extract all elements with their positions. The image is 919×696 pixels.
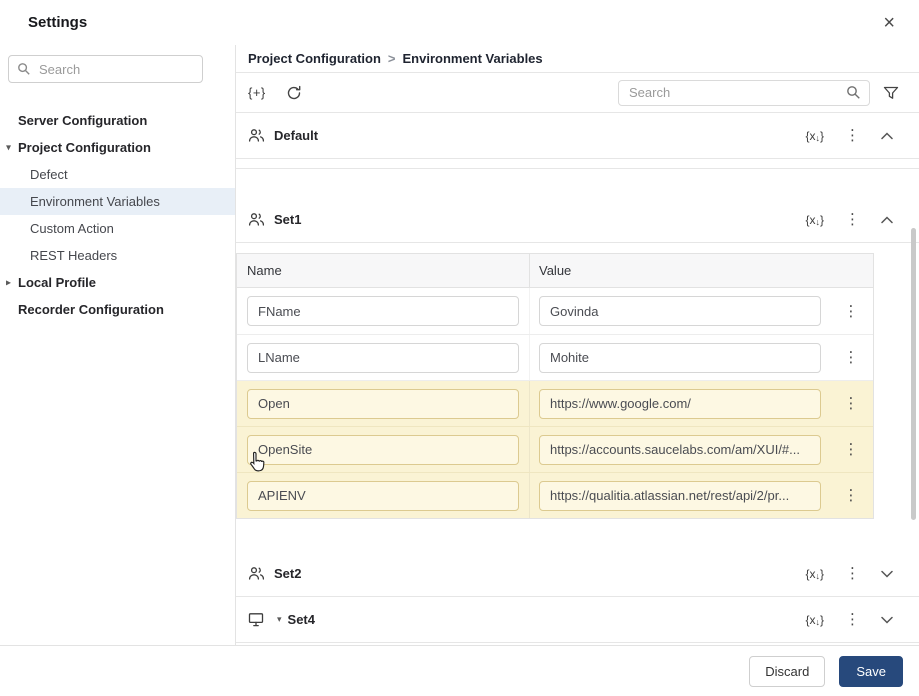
table-row: ⋮ — [237, 334, 873, 380]
table-header-row: Name Value — [237, 254, 873, 288]
sidebar-item-environment-variables[interactable]: Environment Variables — [0, 188, 235, 215]
section-title: Set2 — [274, 566, 302, 581]
var-name-input[interactable] — [247, 296, 519, 326]
nav-label: Recorder Configuration — [18, 302, 164, 317]
sidebar-item-defect[interactable]: Defect — [0, 161, 235, 188]
default-section-content — [236, 159, 919, 169]
kebab-menu-icon[interactable]: ⋮ — [845, 566, 860, 581]
variables-export-icon[interactable]: {x↓} — [805, 213, 824, 227]
section-default-header[interactable]: Default {x↓} ⋮ — [236, 113, 919, 159]
discard-button[interactable]: Discard — [749, 655, 826, 687]
caret-down-icon[interactable]: ▾ — [6, 142, 11, 153]
sidebar-item-project-configuration[interactable]: ▾ Project Configuration — [0, 134, 235, 161]
section-actions: {x↓} ⋮ — [805, 566, 893, 581]
table-row-highlighted: ⋮ — [237, 472, 873, 518]
chevron-down-icon[interactable] — [881, 570, 893, 578]
kebab-menu-icon[interactable]: ⋮ — [845, 612, 860, 627]
var-name-input[interactable] — [247, 480, 519, 511]
nav-label: Project Configuration — [18, 140, 151, 155]
section-title: Set4 — [287, 612, 315, 627]
var-name-input[interactable] — [247, 342, 519, 373]
chevron-down-icon[interactable] — [881, 616, 893, 624]
toolbar-right — [618, 79, 899, 106]
kebab-menu-icon[interactable]: ⋮ — [844, 442, 859, 457]
users-icon — [248, 566, 265, 581]
table-row-highlighted: ⋮ — [237, 380, 873, 426]
chevron-up-icon[interactable] — [881, 215, 893, 224]
kebab-menu-icon[interactable]: ⋮ — [844, 488, 859, 503]
nav-label: Local Profile — [18, 275, 97, 290]
settings-dialog: Settings × Server Configuration ▾ Projec… — [0, 0, 919, 696]
variables-export-icon[interactable]: {x↓} — [805, 567, 824, 581]
section-title: Set1 — [274, 212, 302, 227]
breadcrumb: Project Configuration > Environment Vari… — [236, 45, 919, 73]
var-value-input[interactable] — [539, 296, 821, 326]
sidebar-item-custom-action[interactable]: Custom Action — [0, 215, 235, 242]
table-row-highlighted: ⋮ — [237, 426, 873, 472]
sidebar-search — [8, 55, 203, 83]
mouse-hand-cursor — [250, 451, 265, 472]
column-header-value: Value — [539, 263, 572, 278]
breadcrumb-parent[interactable]: Project Configuration — [248, 51, 381, 66]
kebab-menu-icon[interactable]: ⋮ — [844, 396, 859, 411]
vertical-scrollbar[interactable] — [911, 228, 916, 520]
sidebar-item-recorder-configuration[interactable]: Recorder Configuration — [0, 296, 235, 323]
filter-icon[interactable] — [883, 86, 899, 100]
dialog-title: Settings — [28, 14, 88, 31]
monitor-icon — [248, 612, 265, 627]
sidebar-item-local-profile[interactable]: ▸ Local Profile — [0, 269, 235, 296]
sidebar-item-server-configuration[interactable]: Server Configuration — [0, 107, 235, 134]
var-name-input[interactable] — [247, 388, 519, 419]
kebab-menu-icon[interactable]: ⋮ — [844, 350, 859, 365]
kebab-menu-icon[interactable]: ⋮ — [845, 212, 860, 227]
sidebar-item-rest-headers[interactable]: REST Headers — [0, 242, 235, 269]
nav-label: Environment Variables — [30, 194, 160, 209]
settings-sidebar: Server Configuration ▾ Project Configura… — [0, 45, 236, 645]
breadcrumb-separator: > — [387, 51, 396, 66]
toolbar: {+} — [236, 73, 919, 113]
titlebar: Settings × — [0, 0, 919, 45]
nav-label: Defect — [30, 167, 68, 182]
caret-right-icon[interactable]: ▸ — [6, 277, 11, 288]
var-value-input[interactable] — [539, 434, 821, 465]
kebab-menu-icon[interactable]: ⋮ — [844, 304, 859, 319]
caret-down-icon[interactable]: ▾ — [277, 614, 282, 625]
close-icon[interactable]: × — [883, 13, 895, 33]
toolbar-search — [618, 79, 870, 106]
breadcrumb-current: Environment Variables — [402, 51, 543, 66]
variables-export-icon[interactable]: {x↓} — [805, 613, 824, 627]
search-icon — [17, 62, 31, 81]
var-value-input[interactable] — [539, 480, 821, 511]
kebab-menu-icon[interactable]: ⋮ — [845, 128, 860, 143]
variables-export-icon[interactable]: {x↓} — [805, 129, 824, 143]
variables-search-input[interactable] — [618, 79, 870, 106]
nav-label: Custom Action — [30, 221, 114, 236]
search-icon — [846, 85, 861, 105]
main-panel: Project Configuration > Environment Vari… — [236, 45, 919, 645]
nav-label: Server Configuration — [18, 113, 148, 128]
users-icon — [248, 128, 265, 143]
dialog-footer: Discard Save — [0, 645, 919, 696]
var-name-input[interactable] — [247, 434, 519, 465]
users-icon — [248, 212, 265, 227]
refresh-icon[interactable] — [286, 85, 302, 101]
var-value-input[interactable] — [539, 388, 821, 419]
nav-label: REST Headers — [30, 248, 118, 263]
add-variable-set-icon[interactable]: {+} — [248, 85, 266, 100]
section-set2-header[interactable]: Set2 {x↓} ⋮ — [236, 551, 919, 597]
section-actions: {x↓} ⋮ — [805, 212, 893, 227]
section-actions: {x↓} ⋮ — [805, 612, 893, 627]
section-set1-header[interactable]: Set1 {x↓} ⋮ — [236, 197, 919, 243]
table-row: ⋮ — [237, 288, 873, 334]
section-title: Default — [274, 128, 319, 143]
sidebar-search-input[interactable] — [8, 55, 203, 83]
section-set4-header[interactable]: ▾ Set4 {x↓} ⋮ — [236, 597, 919, 643]
chevron-up-icon[interactable] — [881, 131, 893, 140]
section-actions: {x↓} ⋮ — [805, 128, 893, 143]
variables-table: Name Value ⋮ — [236, 253, 874, 519]
save-button[interactable]: Save — [839, 655, 903, 687]
column-header-name: Name — [237, 254, 530, 287]
var-value-input[interactable] — [539, 342, 821, 373]
settings-nav: Server Configuration ▾ Project Configura… — [0, 107, 235, 323]
